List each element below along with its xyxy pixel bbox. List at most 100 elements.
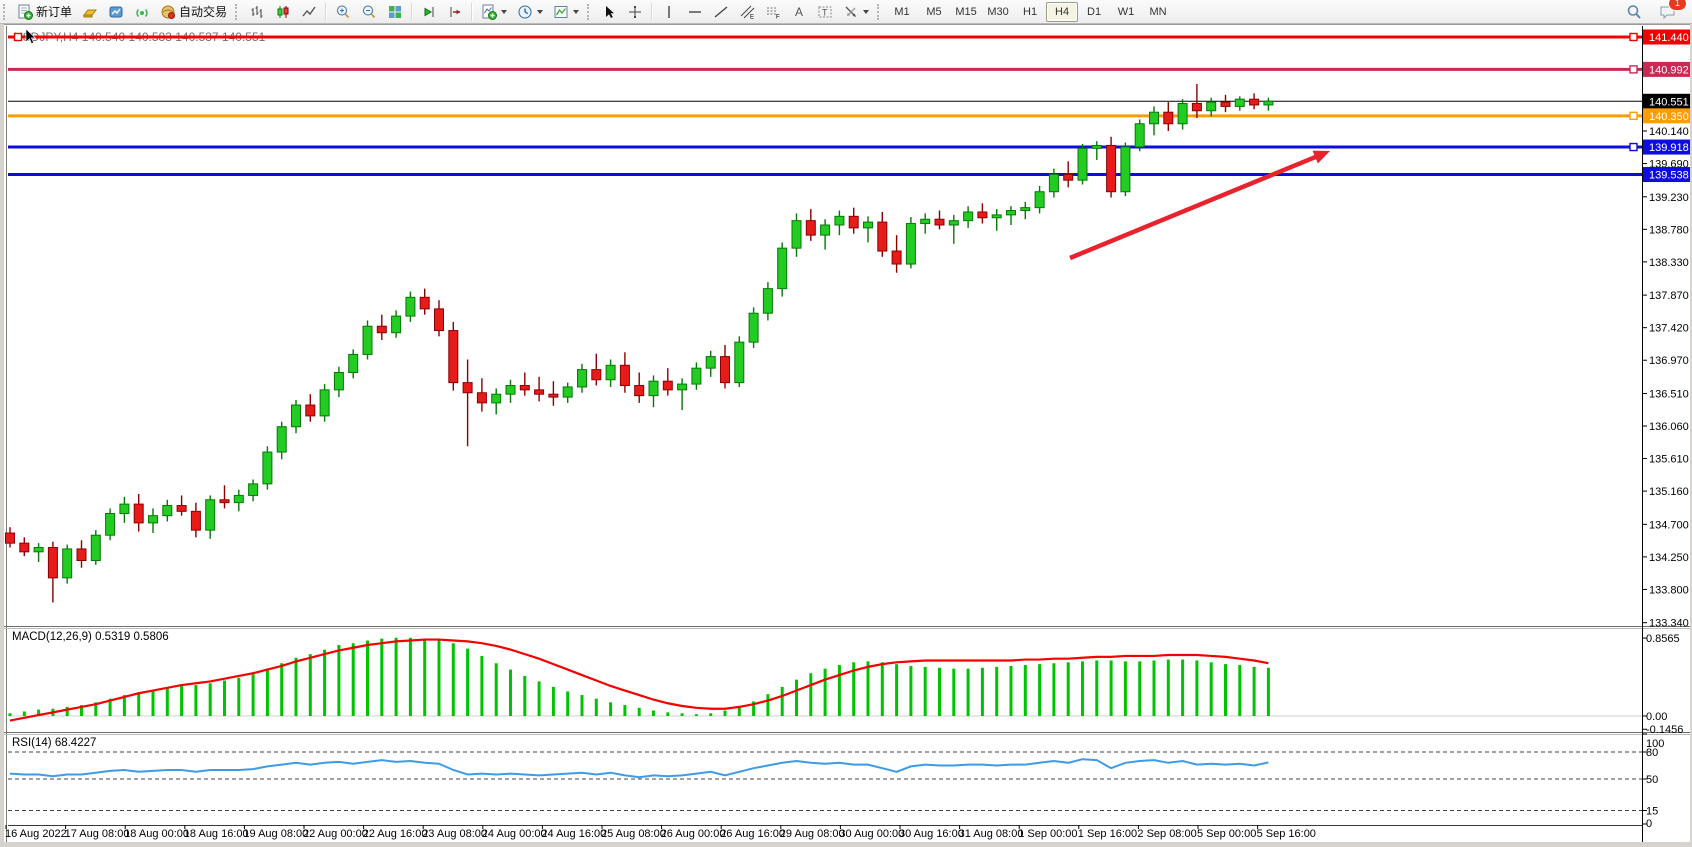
timeframe-button-m1[interactable]: M1: [886, 2, 918, 22]
search-button[interactable]: [1620, 0, 1648, 24]
toolbar-grip[interactable]: [877, 4, 882, 20]
templates-button[interactable]: [548, 0, 584, 24]
time-axis-label: 17 Aug 08:00: [65, 828, 130, 840]
time-axis-label: 23 Aug 08:00: [422, 828, 487, 840]
zoom-out-button[interactable]: [356, 0, 382, 24]
price-label-text: 140.551: [1649, 96, 1689, 108]
candle-body: [206, 500, 215, 530]
crosshair-button[interactable]: [622, 0, 648, 24]
candle-body: [763, 289, 772, 314]
candle-body: [563, 387, 572, 397]
candle-body: [892, 251, 901, 264]
arrows-icon: [843, 4, 859, 20]
fibonacci-icon: F: [765, 4, 781, 20]
line-handle[interactable]: [1630, 66, 1637, 73]
time-axis-label: 24 Aug 00:00: [482, 828, 547, 840]
candle-body: [635, 386, 644, 396]
profiles-icon: [82, 4, 98, 20]
profiles-button[interactable]: [77, 0, 103, 24]
arrows-button[interactable]: [838, 0, 874, 24]
line-handle[interactable]: [1630, 112, 1637, 119]
rsi-pane: [8, 752, 1642, 826]
time-axis[interactable]: 16 Aug 202217 Aug 08:0018 Aug 00:0018 Au…: [5, 825, 1316, 840]
candlestick-chart-button[interactable]: [270, 0, 296, 24]
time-axis-label: 30 Aug 16:00: [899, 828, 964, 840]
time-axis-label: 1 Sep 16:00: [1078, 828, 1137, 840]
signals-icon: [134, 4, 150, 20]
fibonacci-button[interactable]: F: [760, 0, 786, 24]
candle-body: [349, 354, 358, 372]
chart-canvas[interactable]: 140.140139.690139.230138.780138.330137.8…: [0, 0, 1692, 847]
time-axis-label: 30 Aug 00:00: [839, 828, 904, 840]
timeframe-button-mn[interactable]: MN: [1142, 2, 1174, 22]
timeframe-button-m15[interactable]: M15: [950, 2, 982, 22]
svg-text:E: E: [750, 14, 754, 20]
price-axis[interactable]: 140.140139.690139.230138.780138.330137.8…: [1642, 26, 1691, 842]
candle-body: [864, 222, 873, 228]
zoom-out-icon: [361, 4, 377, 20]
macd-axis-label: 0.8565: [1646, 633, 1680, 645]
time-axis-label: 2 Sep 08:00: [1137, 828, 1196, 840]
bar-chart-button[interactable]: [244, 0, 270, 24]
new-order-button[interactable]: 新订单: [12, 0, 77, 24]
timeframe-button-h4[interactable]: H4: [1046, 2, 1078, 22]
signals-button[interactable]: [129, 0, 155, 24]
auto-scroll-button[interactable]: [416, 0, 442, 24]
candle-body: [1221, 102, 1230, 106]
mt4-terminal-window: 新订单: [0, 0, 1692, 847]
line-handle[interactable]: [1630, 34, 1637, 41]
line-handle[interactable]: [15, 34, 22, 41]
indicators-button[interactable]: [476, 0, 512, 24]
line-handle[interactable]: [1630, 144, 1637, 151]
autotrading-button[interactable]: 自动交易: [155, 0, 232, 24]
candle-body: [1078, 148, 1087, 180]
timeframe-button-w1[interactable]: W1: [1110, 2, 1142, 22]
price-tick-label: 137.420: [1649, 323, 1689, 335]
notifications-button[interactable]: 1: [1654, 0, 1682, 24]
macd-axis-label: 0.00: [1646, 711, 1667, 723]
candle-body: [6, 533, 15, 543]
toolbar-grip[interactable]: [3, 4, 8, 20]
toolbar-grip[interactable]: [235, 4, 240, 20]
rsi-axis-label: 0: [1646, 818, 1652, 830]
price-label-text: 139.918: [1649, 142, 1689, 154]
candle-body: [606, 365, 615, 379]
notification-badge: 1: [1668, 0, 1687, 11]
chart-shift-button[interactable]: [442, 0, 468, 24]
autotrading-label: 自动交易: [179, 3, 227, 20]
text-button[interactable]: A: [786, 0, 812, 24]
timeframe-button-m5[interactable]: M5: [918, 2, 950, 22]
time-axis-label: 26 Aug 00:00: [661, 828, 726, 840]
candle-body: [978, 212, 987, 218]
timeframe-button-h1[interactable]: H1: [1014, 2, 1046, 22]
cursor-button[interactable]: [596, 0, 622, 24]
vertical-line-button[interactable]: [656, 0, 682, 24]
toolbar: 新订单: [0, 0, 1692, 24]
pane-separators: [4, 627, 1690, 735]
candle-body: [1049, 174, 1058, 191]
candle-body: [1107, 145, 1116, 191]
text-label-button[interactable]: T: [812, 0, 838, 24]
timeframe-button-d1[interactable]: D1: [1078, 2, 1110, 22]
candle-body: [721, 357, 730, 383]
candle-body: [549, 394, 558, 397]
zoom-in-button[interactable]: [330, 0, 356, 24]
periods-button[interactable]: [512, 0, 548, 24]
price-label-text: 141.440: [1649, 32, 1689, 44]
tile-windows-button[interactable]: [382, 0, 408, 24]
market-watch-button[interactable]: [103, 0, 129, 24]
candle-body: [1121, 147, 1130, 192]
candle-body: [1021, 208, 1030, 211]
toolbar-grip[interactable]: [587, 4, 592, 20]
candle-body: [692, 368, 701, 384]
timeframe-button-m30[interactable]: M30: [982, 2, 1014, 22]
clock-icon: [517, 4, 533, 20]
indicators-caret-icon: [501, 10, 507, 17]
price-tick-label: 136.510: [1649, 388, 1689, 400]
equidistant-channel-button[interactable]: E: [734, 0, 760, 24]
time-axis-label: 26 Aug 16:00: [720, 828, 785, 840]
horizontal-line-button[interactable]: [682, 0, 708, 24]
trendline-button[interactable]: [708, 0, 734, 24]
line-chart-button[interactable]: [296, 0, 322, 24]
candle-body: [1135, 124, 1144, 147]
